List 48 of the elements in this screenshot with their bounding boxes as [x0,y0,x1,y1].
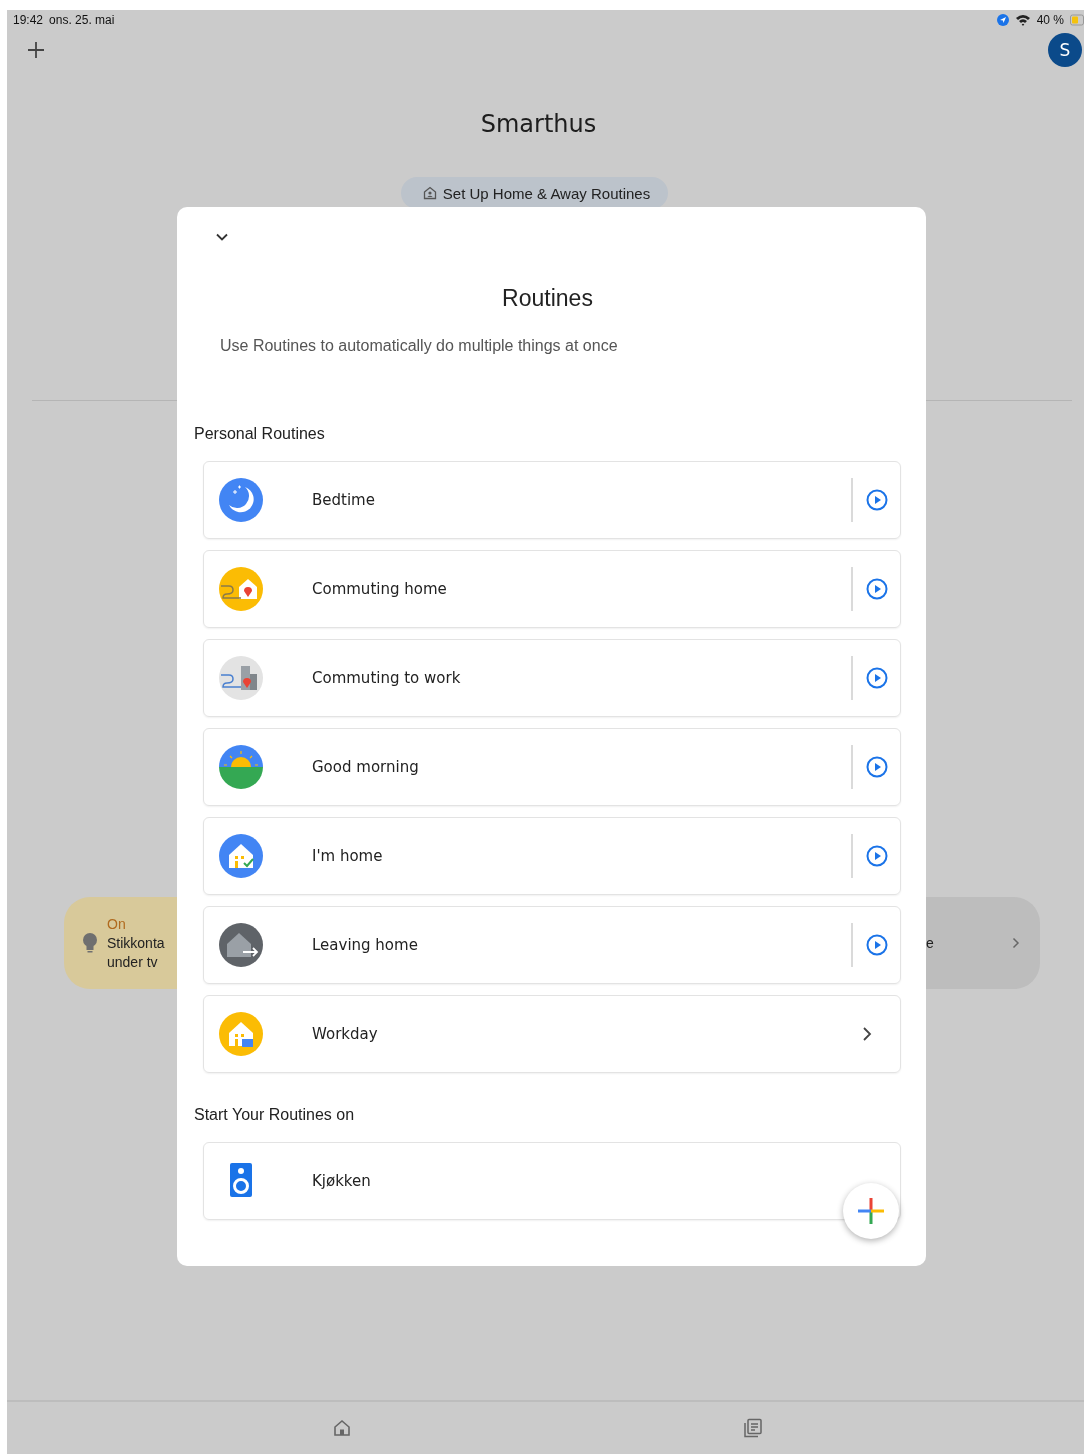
play-icon[interactable] [865,844,889,868]
account-avatar[interactable]: S [1048,33,1082,67]
section-heading: Personal Routines [194,425,326,443]
status-date: ons. 25. mai [49,13,115,27]
play-icon[interactable] [865,755,889,779]
house-exit-icon [219,923,263,967]
device-name: e [926,933,934,953]
plus-icon [857,1197,885,1225]
house-route-icon [219,567,263,611]
routine-row[interactable]: I'm home [203,817,901,895]
play-icon[interactable] [865,666,889,690]
chevron-down-icon[interactable] [215,232,229,242]
device-status: On [107,914,127,934]
battery-icon [1070,14,1084,26]
status-time: 19:42 [13,13,44,27]
section-heading: Start Your Routines on [194,1106,356,1124]
chevron-right-icon [1012,937,1020,949]
sheet-subtitle: Use Routines to automatically do multiple things at once [220,337,619,355]
location-icon [996,14,1009,26]
home-title: Smarthus [479,110,598,138]
routine-row[interactable]: Commuting home [203,550,901,628]
routine-row[interactable]: Commuting to work [203,639,901,717]
feed-icon[interactable] [743,1418,763,1438]
device-name: Stikkonta [107,933,165,953]
house-icon [422,186,437,200]
chevron-right-icon [862,1026,872,1042]
play-icon[interactable] [865,933,889,957]
play-icon[interactable] [865,577,889,601]
building-route-icon [219,656,263,700]
battery-percent: 40 % [1036,13,1064,27]
device-name: under tv [107,952,159,972]
add-routine-button[interactable] [843,1183,899,1239]
play-icon[interactable] [865,488,889,512]
house-check-icon [219,834,263,878]
setup-routines-chip[interactable]: Set Up Home & Away Routines [400,177,669,209]
routine-row[interactable]: Leaving home [203,906,901,984]
house-briefcase-icon [219,1012,263,1056]
speaker-row[interactable]: Kjøkken [203,1142,901,1220]
routine-row[interactable]: Workday [203,995,901,1073]
routine-row[interactable]: Good morning [203,728,901,806]
home-icon[interactable] [333,1419,351,1437]
light-bulb-icon [81,932,99,954]
sheet-title: Routines [501,285,594,312]
routine-row[interactable]: Bedtime [203,461,901,539]
moon-icon [219,478,263,522]
wifi-icon [1014,14,1031,26]
sunrise-icon [219,745,263,789]
add-icon[interactable] [27,41,45,59]
